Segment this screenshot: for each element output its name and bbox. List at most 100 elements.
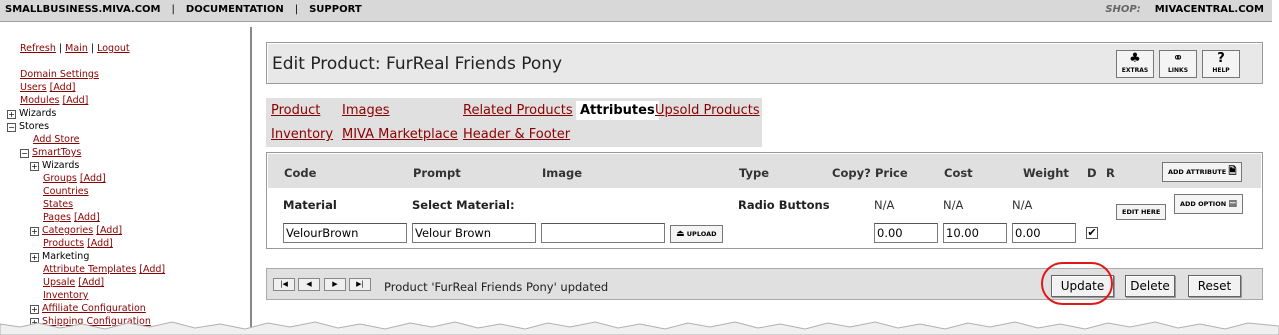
documentation-link[interactable]: DOCUMENTATION: [186, 4, 284, 15]
upsale-link[interactable]: Upsale: [43, 277, 75, 288]
sidebar-item-add-store[interactable]: Add Store: [33, 134, 80, 146]
expand-icon[interactable]: +: [7, 110, 16, 119]
edit-here-button[interactable]: EDIT HERE: [1116, 204, 1167, 220]
expand-icon[interactable]: +: [30, 305, 39, 314]
sidebar-item-marketing[interactable]: + Marketing: [30, 251, 89, 263]
attribute-cost: N/A: [943, 198, 964, 212]
sidebar-item-stores[interactable]: − Stores: [7, 121, 49, 133]
sidebar-item-label[interactable]: Affiliate Configuration: [42, 303, 146, 314]
collapse-icon[interactable]: −: [7, 123, 16, 132]
pages-link[interactable]: Pages: [43, 212, 71, 223]
last-page-button[interactable]: ▶|: [349, 278, 371, 291]
tab-upsold-products[interactable]: Upsold Products: [655, 103, 760, 118]
refresh-link[interactable]: Refresh: [20, 43, 56, 54]
upload-label: UPLOAD: [686, 230, 717, 238]
tab-inventory[interactable]: Inventory: [271, 127, 333, 142]
option-image-input[interactable]: [541, 223, 665, 243]
tab-attributes[interactable]: Attributes: [576, 101, 659, 120]
reset-button[interactable]: Reset: [1188, 275, 1241, 297]
add-attribute-button[interactable]: ADD ATTRIBUTE 🗎: [1162, 162, 1243, 182]
sidebar-item-label[interactable]: States: [43, 199, 73, 210]
option-price-input[interactable]: [874, 223, 938, 243]
option-code-input[interactable]: [283, 223, 407, 243]
torn-edge-decoration: [0, 321, 1279, 335]
previous-page-button[interactable]: ◀: [298, 278, 320, 291]
add-product-link[interactable]: [Add]: [87, 238, 113, 249]
sidebar-item-store-wizards[interactable]: + Wizards: [30, 160, 79, 172]
links-button[interactable]: ⚭ LINKS: [1159, 50, 1197, 78]
shop-indicator: SHOP: MIVACENTRAL.COM: [1105, 4, 1264, 15]
first-page-button[interactable]: |◀: [273, 278, 295, 291]
expand-icon[interactable]: +: [30, 227, 39, 236]
shop-label: SHOP:: [1105, 4, 1141, 15]
attribute-code: Material: [283, 198, 337, 212]
logout-link[interactable]: Logout: [97, 43, 130, 54]
sidebar-item-label[interactable]: Domain Settings: [20, 69, 99, 80]
add-upsale-link[interactable]: [Add]: [78, 277, 104, 288]
sidebar-item-label: Wizards: [42, 160, 80, 171]
modules-link[interactable]: Modules: [20, 95, 60, 106]
sidebar-item-products: Products [Add]: [43, 238, 113, 250]
add-attribute-label: ADD ATTRIBUTE: [1168, 168, 1227, 176]
option-weight-input[interactable]: [1012, 223, 1076, 243]
users-link[interactable]: Users: [20, 82, 47, 93]
add-group-link[interactable]: [Add]: [80, 173, 106, 184]
sidebar-item-categories: + Categories [Add]: [30, 225, 122, 237]
column-header-type: Type: [739, 166, 770, 180]
column-header-default: D: [1087, 166, 1097, 180]
upload-tray-icon: ⏏: [676, 229, 685, 239]
delete-button[interactable]: Delete: [1125, 275, 1175, 297]
sidebar-item-label[interactable]: SmartToys: [32, 147, 81, 158]
collapse-icon[interactable]: −: [20, 149, 29, 158]
sidebar-item-modules: Modules [Add]: [20, 95, 88, 107]
add-option-button[interactable]: ADD OPTION ▤: [1174, 194, 1243, 214]
sidebar-item-countries[interactable]: Countries: [43, 186, 89, 198]
groups-link[interactable]: Groups: [43, 173, 77, 184]
smallbusiness-link[interactable]: SMALLBUSINESS.MIVA.COM: [5, 4, 161, 15]
column-header-price: Price: [875, 166, 908, 180]
sidebar-item-smarttoys[interactable]: − SmartToys: [20, 147, 81, 159]
tab-product[interactable]: Product: [271, 103, 320, 118]
tab-images[interactable]: Images: [342, 103, 390, 118]
next-page-button[interactable]: ▶: [324, 278, 346, 291]
top-navigation-bar: SMALLBUSINESS.MIVA.COM | DOCUMENTATION | SUP…: [0, 0, 1272, 22]
column-header-code: Code: [284, 166, 317, 180]
separator: |: [58, 43, 63, 54]
links-label: LINKS: [1167, 67, 1189, 74]
expand-icon[interactable]: +: [30, 162, 39, 171]
main-link[interactable]: Main: [65, 43, 88, 54]
help-button[interactable]: ? HELP: [1202, 50, 1240, 78]
sidebar-item-label[interactable]: Inventory: [43, 290, 88, 301]
tab-miva-marketplace[interactable]: MIVA Marketplace: [342, 127, 458, 142]
option-cost-input[interactable]: [943, 223, 1007, 243]
support-link[interactable]: SUPPORT: [309, 4, 362, 15]
extras-button[interactable]: ♣ EXTRAS: [1116, 50, 1154, 78]
expand-icon[interactable]: +: [30, 253, 39, 262]
column-header-required: R: [1106, 166, 1115, 180]
chain-link-icon: ⚭: [1172, 51, 1184, 66]
shop-name-link[interactable]: MIVACENTRAL.COM: [1155, 4, 1264, 15]
option-prompt-input[interactable]: [412, 223, 536, 243]
add-page-link[interactable]: [Add]: [74, 212, 100, 223]
add-attribute-template-link[interactable]: [Add]: [139, 264, 165, 275]
categories-link[interactable]: Categories: [42, 225, 93, 236]
product-tabs: Product Images Related Products Attribut…: [266, 98, 762, 147]
sidebar-item-inventory[interactable]: Inventory: [43, 290, 88, 302]
sidebar-item-label[interactable]: Countries: [43, 186, 89, 197]
tab-related-products[interactable]: Related Products: [463, 103, 573, 118]
sidebar-item-wizards[interactable]: + Wizards: [7, 108, 56, 120]
products-link[interactable]: Products: [43, 238, 84, 249]
column-header-copy: Copy?: [832, 166, 871, 180]
tab-header-footer[interactable]: Header & Footer: [463, 127, 570, 142]
default-checkbox[interactable]: ✔: [1086, 227, 1098, 239]
upload-button[interactable]: ⏏ UPLOAD: [670, 225, 723, 243]
separator: |: [171, 4, 175, 15]
sidebar-item-states[interactable]: States: [43, 199, 73, 211]
attribute-templates-link[interactable]: Attribute Templates: [43, 264, 136, 275]
sidebar-item-label[interactable]: Add Store: [33, 134, 80, 145]
add-user-link[interactable]: [Add]: [50, 82, 76, 93]
add-category-link[interactable]: [Add]: [96, 225, 122, 236]
sidebar-item-affiliate-configuration[interactable]: + Affiliate Configuration: [30, 303, 146, 315]
sidebar-item-domain-settings[interactable]: Domain Settings: [20, 69, 99, 81]
add-module-link[interactable]: [Add]: [63, 95, 89, 106]
